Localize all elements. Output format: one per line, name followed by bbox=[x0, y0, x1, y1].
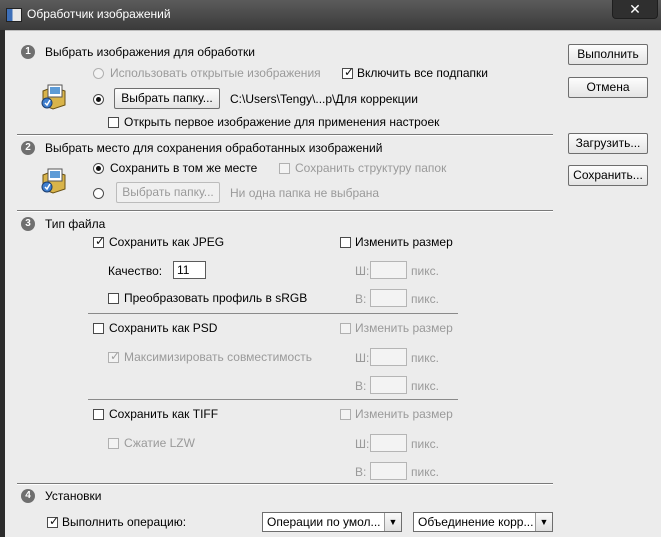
psd-height-label: В: bbox=[355, 379, 367, 393]
filetype-divider bbox=[88, 313, 458, 314]
tiff-width-unit: пикс. bbox=[411, 437, 439, 451]
action-set-select[interactable]: Операции по умол... ▼ bbox=[262, 512, 402, 532]
save-psd-checkbox[interactable] bbox=[93, 323, 104, 334]
title-bar: Обработчик изображений ✕ bbox=[0, 0, 661, 30]
jpeg-height-unit: пикс. bbox=[411, 292, 439, 306]
section-4-title: Установки bbox=[45, 489, 102, 503]
section-divider bbox=[17, 210, 553, 212]
dialog-body: Выполнить Отмена Загрузить... Сохранить.… bbox=[5, 30, 661, 537]
choose-dest-folder-radio[interactable] bbox=[93, 188, 104, 199]
tiff-height-input[interactable] bbox=[370, 462, 407, 480]
chevron-down-icon: ▼ bbox=[535, 513, 552, 531]
save-same-place-radio[interactable] bbox=[93, 163, 104, 174]
psd-width-label: Ш: bbox=[355, 351, 370, 365]
save-jpeg-checkbox[interactable]: ✓ bbox=[93, 235, 105, 248]
close-button[interactable]: ✕ bbox=[612, 0, 658, 19]
tiff-height-unit: пикс. bbox=[411, 465, 439, 479]
run-action-label: Выполнить операцию: bbox=[62, 515, 187, 529]
tiff-resize-label: Изменить размер bbox=[355, 407, 453, 421]
psd-resize-label: Изменить размер bbox=[355, 321, 453, 335]
section-2-title: Выбрать место для сохранения обработанны… bbox=[45, 141, 383, 155]
run-action-checkbox[interactable]: ✓ bbox=[47, 515, 59, 528]
jpeg-width-input[interactable] bbox=[370, 261, 407, 279]
image-folder-icon bbox=[41, 168, 66, 194]
psd-resize-checkbox[interactable] bbox=[340, 323, 351, 334]
psd-width-input[interactable] bbox=[370, 348, 407, 366]
jpeg-quality-label: Качество: bbox=[108, 264, 163, 278]
choose-source-folder-button[interactable]: Выбрать папку... bbox=[114, 88, 220, 109]
section-1-number: 1 bbox=[21, 45, 35, 59]
action-select[interactable]: Объединение корр... ▼ bbox=[413, 512, 553, 532]
window-title: Обработчик изображений bbox=[27, 7, 171, 21]
jpeg-resize-checkbox[interactable] bbox=[340, 237, 351, 248]
jpeg-quality-input[interactable]: 11 bbox=[173, 261, 206, 279]
jpeg-height-label: В: bbox=[355, 292, 367, 306]
tiff-width-label: Ш: bbox=[355, 437, 370, 451]
psd-height-input[interactable] bbox=[370, 376, 407, 394]
include-subfolders-label: Включить все подпапки bbox=[357, 66, 488, 80]
jpeg-resize-label: Изменить размер bbox=[355, 235, 453, 249]
maximize-compat-checkbox[interactable]: ✓ bbox=[108, 350, 120, 363]
section-4-number: 4 bbox=[21, 489, 35, 503]
cancel-button[interactable]: Отмена bbox=[568, 77, 648, 98]
save-settings-button[interactable]: Сохранить... bbox=[568, 165, 648, 186]
section-2-number: 2 bbox=[21, 141, 35, 155]
choose-source-folder-radio[interactable] bbox=[93, 94, 104, 105]
keep-folder-structure-label: Сохранить структуру папок bbox=[295, 161, 447, 175]
use-open-images-label: Использовать открытые изображения bbox=[110, 66, 321, 80]
include-subfolders-checkbox[interactable]: ✓ bbox=[342, 66, 354, 79]
tiff-height-label: В: bbox=[355, 465, 367, 479]
no-folder-selected-text: Ни одна папка не выбрана bbox=[230, 186, 380, 200]
section-3-number: 3 bbox=[21, 217, 35, 231]
save-tiff-checkbox[interactable] bbox=[93, 409, 104, 420]
section-1-title: Выбрать изображения для обработки bbox=[45, 45, 255, 59]
save-psd-label: Сохранить как PSD bbox=[109, 321, 218, 335]
lzw-checkbox[interactable] bbox=[108, 438, 119, 449]
save-jpeg-label: Сохранить как JPEG bbox=[109, 235, 225, 249]
choose-dest-folder-button[interactable]: Выбрать папку... bbox=[116, 182, 220, 203]
action-value: Объединение корр... bbox=[418, 515, 534, 529]
action-set-value: Операции по умол... bbox=[267, 515, 381, 529]
maximize-compat-label: Максимизировать совместимость bbox=[124, 350, 312, 364]
open-first-image-checkbox[interactable] bbox=[108, 117, 119, 128]
psd-height-unit: пикс. bbox=[411, 379, 439, 393]
close-icon: ✕ bbox=[629, 1, 641, 17]
lzw-label: Сжатие LZW bbox=[124, 436, 195, 450]
jpeg-width-label: Ш: bbox=[355, 264, 370, 278]
section-3-title: Тип файла bbox=[45, 217, 106, 231]
save-same-place-label: Сохранить в том же месте bbox=[110, 161, 258, 175]
image-folder-icon bbox=[41, 84, 66, 110]
jpeg-height-input[interactable] bbox=[370, 289, 407, 307]
source-folder-path: C:\Users\Tengy\...p\Для коррекции bbox=[230, 92, 418, 106]
run-button[interactable]: Выполнить bbox=[568, 44, 648, 65]
section-divider bbox=[17, 483, 553, 485]
tiff-resize-checkbox[interactable] bbox=[340, 409, 351, 420]
section-divider bbox=[17, 134, 553, 136]
convert-srgb-label: Преобразовать профиль в sRGB bbox=[124, 291, 308, 305]
keep-folder-structure-checkbox[interactable] bbox=[279, 163, 290, 174]
use-open-images-radio[interactable] bbox=[93, 68, 104, 79]
load-button[interactable]: Загрузить... bbox=[568, 133, 648, 154]
open-first-image-label: Открыть первое изображение для применени… bbox=[124, 115, 440, 129]
tiff-width-input[interactable] bbox=[370, 434, 407, 452]
jpeg-width-unit: пикс. bbox=[411, 264, 439, 278]
chevron-down-icon: ▼ bbox=[384, 513, 401, 531]
save-tiff-label: Сохранить как TIFF bbox=[109, 407, 219, 421]
convert-srgb-checkbox[interactable] bbox=[108, 293, 119, 304]
photoshop-doc-icon bbox=[6, 8, 22, 22]
psd-width-unit: пикс. bbox=[411, 351, 439, 365]
filetype-divider bbox=[88, 399, 458, 400]
